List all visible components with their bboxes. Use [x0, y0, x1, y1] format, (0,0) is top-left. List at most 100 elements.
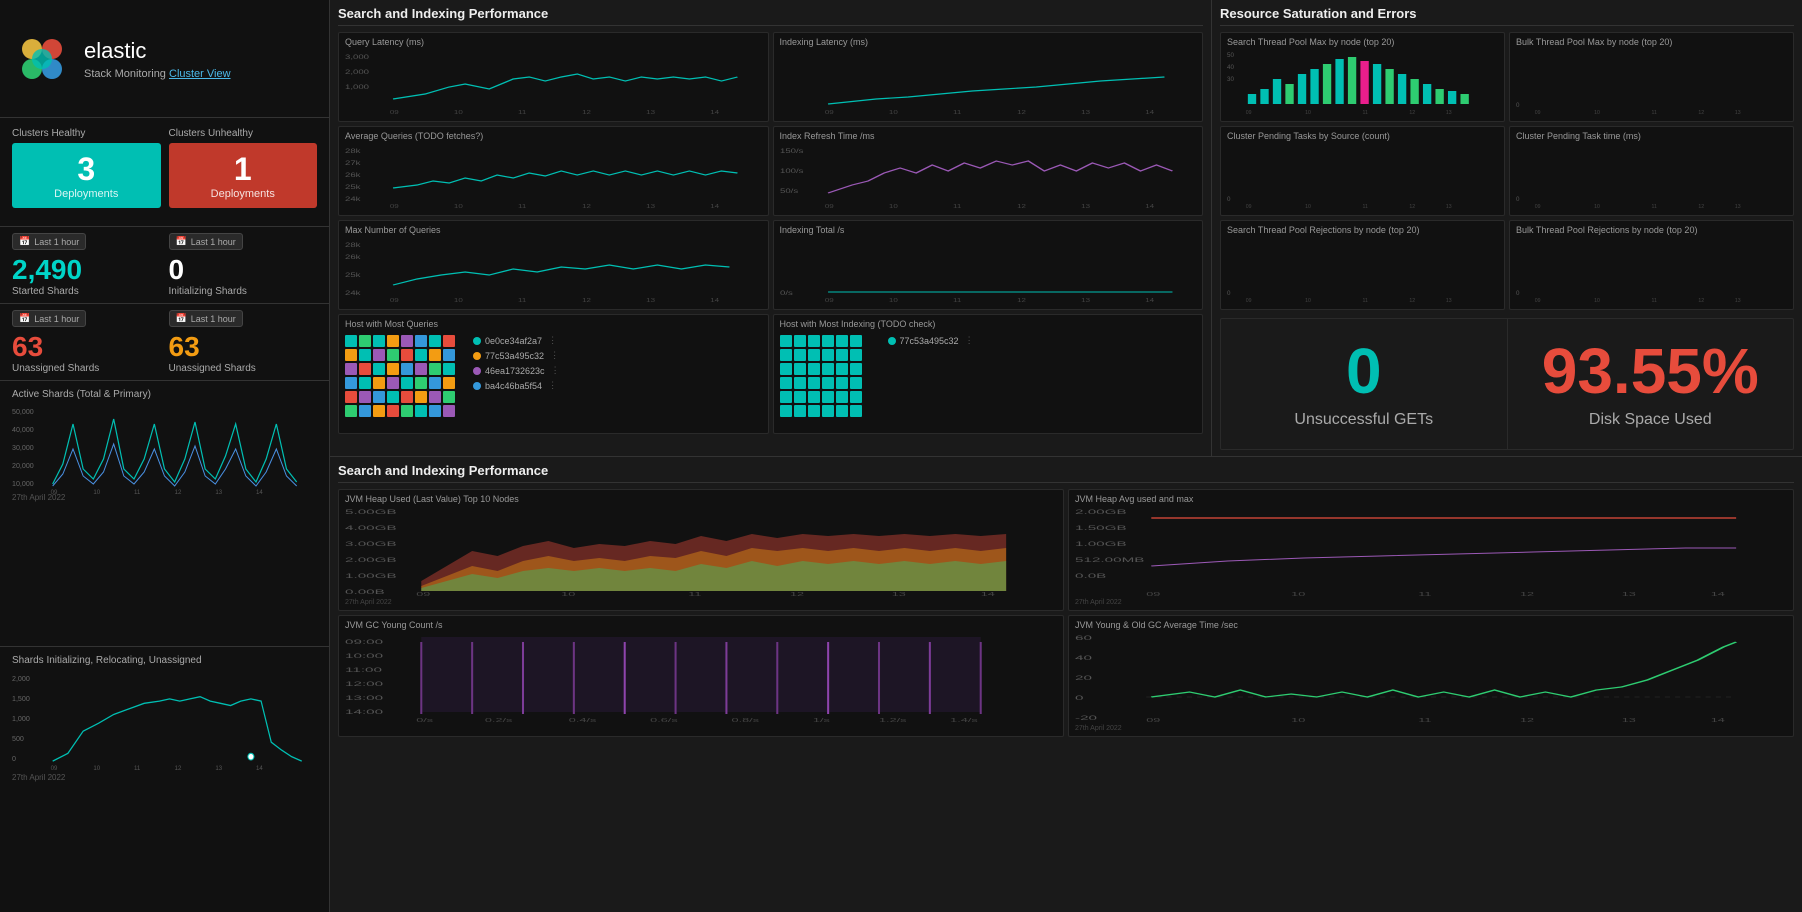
- initializing-shards-value: 0: [169, 254, 318, 286]
- svg-text:09: 09: [416, 592, 430, 596]
- clusters-healthy-sub: Deployments: [54, 188, 118, 200]
- unassigned-shards-2-block: 📅 Last 1 hour 63 Unassigned Shards: [169, 310, 318, 374]
- svg-text:13: 13: [1081, 204, 1090, 208]
- active-shards-title: Active Shards (Total & Primary): [12, 389, 317, 400]
- svg-text:10: 10: [1291, 592, 1305, 596]
- chart-index-refresh-title: Index Refresh Time /ms: [780, 131, 1197, 141]
- svg-text:14: 14: [710, 204, 719, 208]
- svg-text:-20: -20: [1075, 715, 1097, 721]
- jvm-charts-grid: JVM Heap Used (Last Value) Top 10 Nodes …: [338, 489, 1794, 737]
- svg-text:09: 09: [824, 204, 833, 208]
- chart-jvm-gc-avg-time-svg: 60 40 20 0 -20 09 10 11 12: [1075, 632, 1787, 722]
- svg-text:1,000: 1,000: [345, 84, 370, 91]
- svg-text:14:00: 14:00: [345, 709, 383, 715]
- svg-text:0.4/s: 0.4/s: [569, 718, 597, 722]
- chart-jvm-gc-young-svg: 09:00 10:00 11:00 12:00 13:00 14:00: [345, 632, 1057, 722]
- unsuccessful-gets-label: Unsuccessful GETs: [1294, 411, 1433, 429]
- svg-text:25k: 25k: [345, 184, 362, 191]
- svg-text:12: 12: [1698, 110, 1704, 114]
- chart-max-queries-svg: 28k 26k 25k 24k 09 10 11 12 13 14: [345, 237, 762, 302]
- svg-text:0: 0: [1516, 196, 1520, 203]
- clusters-unhealthy-card[interactable]: 1 Deployments: [169, 143, 318, 208]
- svg-text:20,000: 20,000: [12, 463, 34, 470]
- clusters-unhealthy-label: Clusters Unhealthy: [169, 128, 318, 139]
- initializing-shards-label: Initializing Shards: [169, 286, 318, 297]
- svg-text:09: 09: [390, 204, 399, 208]
- started-shards-label: Started Shards: [12, 286, 161, 297]
- active-shards-x-label: 27th April 2022: [12, 493, 317, 502]
- svg-text:10: 10: [1291, 718, 1305, 722]
- svg-text:12: 12: [582, 204, 591, 208]
- svg-text:1,000: 1,000: [12, 714, 30, 723]
- svg-text:14: 14: [256, 765, 263, 770]
- chart-search-thread-pool-rejections-title: Search Thread Pool Rejections by node (t…: [1227, 225, 1498, 235]
- svg-text:3.00GB: 3.00GB: [345, 541, 397, 547]
- jvm-gc-avg-time-date: 27th April 2022: [1075, 725, 1787, 732]
- svg-text:09: 09: [1246, 298, 1252, 302]
- svg-text:1.00GB: 1.00GB: [1075, 541, 1127, 547]
- svg-text:09: 09: [824, 110, 833, 114]
- svg-text:13: 13: [215, 490, 222, 494]
- svg-text:0.2/s: 0.2/s: [485, 718, 513, 722]
- chart-jvm-heap-avg: JVM Heap Avg used and max 2.00GB 1.50GB …: [1068, 489, 1794, 611]
- chart-jvm-heap-avg-svg: 2.00GB 1.50GB 1.00GB 512.00MB 0.0B 09 10…: [1075, 506, 1787, 596]
- logo-text: elastic Stack Monitoring Cluster View: [84, 38, 231, 80]
- jvm-heap-used-date: 27th April 2022: [345, 599, 1057, 606]
- svg-text:0: 0: [12, 754, 16, 763]
- svg-text:10: 10: [888, 110, 897, 114]
- active-shards-section: Active Shards (Total & Primary) 50,000 4…: [0, 381, 329, 647]
- jvm-section: Search and Indexing Performance JVM Heap…: [330, 457, 1802, 912]
- cluster-row: Clusters Healthy 3 Deployments Clusters …: [12, 128, 317, 208]
- svg-text:11:00: 11:00: [345, 667, 382, 673]
- svg-text:40,000: 40,000: [12, 427, 34, 434]
- svg-text:13: 13: [1622, 592, 1636, 596]
- svg-text:12: 12: [1698, 204, 1704, 208]
- svg-text:40: 40: [1227, 64, 1235, 71]
- disk-space-value: 93.55%: [1542, 339, 1759, 403]
- svg-text:11: 11: [134, 490, 141, 494]
- chart-max-queries: Max Number of Queries 28k 26k 25k 24k 09…: [338, 220, 769, 310]
- chart-cluster-pending-tasks-source-title: Cluster Pending Tasks by Source (count): [1227, 131, 1498, 141]
- chart-jvm-heap-used-svg: 5.00GB 4.00GB 3.00GB 2.00GB 1.00GB 0.00B…: [345, 506, 1057, 596]
- svg-text:5.00GB: 5.00GB: [345, 509, 397, 515]
- shards-metric-row-1: 📅 Last 1 hour 2,490 Started Shards 📅 Las…: [12, 233, 317, 297]
- chart-query-latency-svg: 3,000 2,000 1,000 09 10 11 12 13 14: [345, 49, 762, 114]
- chart-index-refresh-svg: 150/s 100/s 50/s 09 10 11 12 13 14: [780, 143, 1197, 208]
- svg-text:0/s: 0/s: [416, 718, 433, 722]
- svg-text:50/s: 50/s: [780, 188, 798, 195]
- search-perf-title: Search and Indexing Performance: [338, 6, 1203, 26]
- svg-text:24k: 24k: [345, 196, 362, 203]
- chart-bulk-thread-pool-max-svg: 0 09 10 11 12 13: [1516, 49, 1787, 114]
- clusters-healthy-card[interactable]: 3 Deployments: [12, 143, 161, 208]
- svg-text:1.50GB: 1.50GB: [1075, 525, 1127, 531]
- svg-text:13: 13: [1735, 110, 1741, 114]
- svg-text:30: 30: [1227, 76, 1235, 83]
- resource-saturation-title: Resource Saturation and Errors: [1220, 6, 1794, 26]
- unassigned-shards-2-time: 📅 Last 1 hour: [169, 310, 243, 327]
- chart-bulk-thread-pool-max: Bulk Thread Pool Max by node (top 20) 0 …: [1509, 32, 1794, 122]
- chart-bulk-thread-pool-rejections-title: Bulk Thread Pool Rejections by node (top…: [1516, 225, 1787, 235]
- svg-text:10: 10: [454, 110, 463, 114]
- svg-text:13: 13: [1446, 298, 1452, 302]
- svg-text:10: 10: [561, 592, 575, 596]
- svg-text:26k: 26k: [345, 172, 362, 179]
- svg-text:28k: 28k: [345, 148, 362, 155]
- svg-text:10: 10: [454, 204, 463, 208]
- svg-text:28k: 28k: [345, 242, 362, 249]
- shards-metric-section-1: 📅 Last 1 hour 2,490 Started Shards 📅 Las…: [0, 227, 329, 304]
- chart-jvm-gc-young: JVM GC Young Count /s 09:00 10:00 11:00 …: [338, 615, 1064, 737]
- legend-item-3: 46ea1732623c ⋮: [473, 365, 560, 376]
- svg-text:13: 13: [646, 110, 655, 114]
- svg-text:10: 10: [454, 298, 463, 302]
- host-most-indexing-content: 77c53a495c32 ⋮: [780, 331, 1197, 429]
- svg-text:30,000: 30,000: [12, 445, 34, 452]
- legend-item-2: 77c53a495c32 ⋮: [473, 350, 560, 361]
- chart-search-thread-pool-max-title: Search Thread Pool Max by node (top 20): [1227, 37, 1498, 47]
- svg-text:14: 14: [1711, 718, 1726, 722]
- jvm-heap-avg-date: 27th April 2022: [1075, 599, 1787, 606]
- svg-text:25k: 25k: [345, 272, 362, 279]
- unassigned-shards-1-block: 📅 Last 1 hour 63 Unassigned Shards: [12, 310, 161, 374]
- legend-dot-4: [473, 382, 481, 390]
- host-most-queries-title: Host with Most Queries: [345, 319, 762, 329]
- shards-metric-section-2: 📅 Last 1 hour 63 Unassigned Shards 📅 Las…: [0, 304, 329, 381]
